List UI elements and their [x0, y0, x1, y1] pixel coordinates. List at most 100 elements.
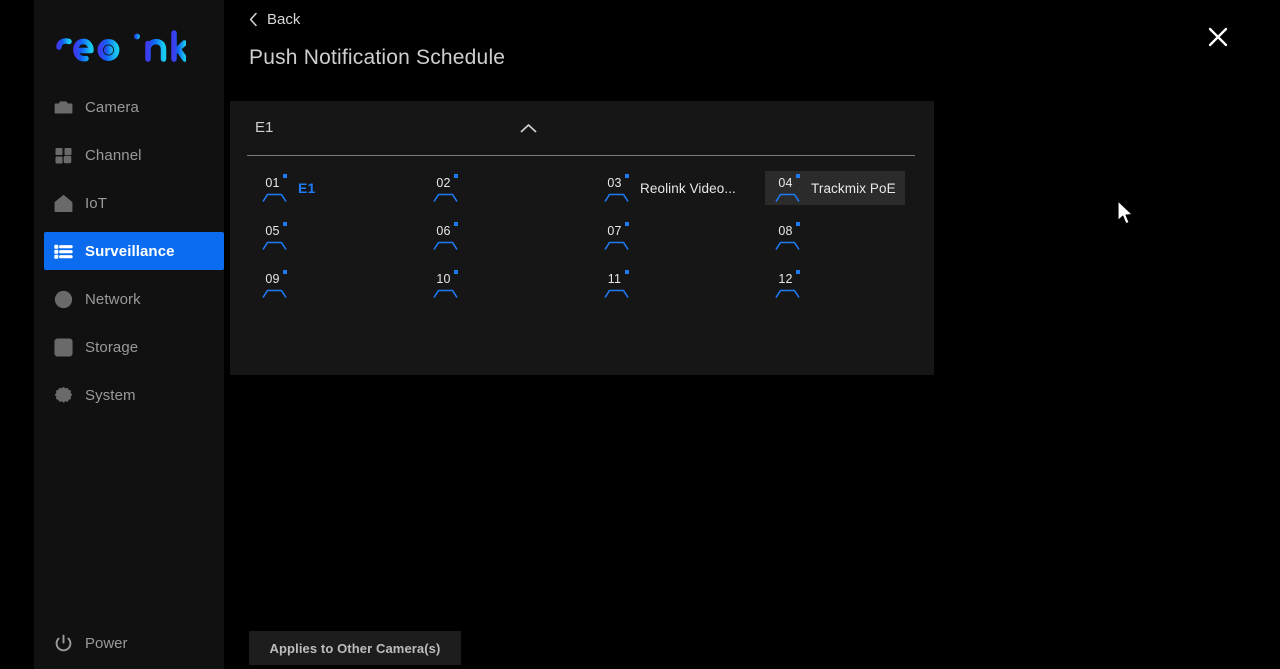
channel-row: 01 E1 02 03 Reolink Video... 04 Trackmix…: [247, 164, 915, 212]
sidebar-item-label: System: [85, 386, 136, 404]
sidebar-item-label: Storage: [85, 338, 139, 356]
sidebar-item-camera[interactable]: Camera: [34, 88, 224, 126]
sidebar-nav: Camera Channel IoT Surveillance Network …: [34, 88, 224, 424]
channel-grid: 01 E1 02 03 Reolink Video... 04 Trackmix…: [247, 164, 915, 308]
app-window: Camera Channel IoT Surveillance Network …: [0, 0, 1280, 669]
sidebar-item-label: Network: [85, 290, 141, 308]
back-button[interactable]: Back: [249, 6, 300, 32]
channel-status-dot: [283, 270, 287, 274]
back-label: Back: [267, 10, 301, 28]
camera-stand-icon: [603, 238, 630, 250]
home-icon: [54, 194, 73, 213]
channel-camera-icon: 08: [774, 222, 801, 250]
channel-camera-icon: 12: [774, 270, 801, 298]
channel-cell-11[interactable]: 11: [594, 267, 649, 301]
applies-to-other-cameras-button[interactable]: Applies to Other Camera(s): [249, 631, 461, 665]
power-label: Power: [85, 635, 128, 652]
channel-status-dot: [625, 222, 629, 226]
channel-camera-icon: 07: [603, 222, 630, 250]
channel-number: 07: [607, 224, 622, 238]
channel-status-dot: [454, 270, 458, 274]
channel-status-dot: [796, 270, 800, 274]
power-icon: [54, 634, 73, 653]
channel-number: 03: [607, 176, 622, 190]
gear-icon: [54, 386, 73, 405]
channel-camera-icon: 05: [261, 222, 288, 250]
sidebar-item-power[interactable]: Power: [54, 634, 128, 653]
sidebar-item-label: Channel: [85, 146, 142, 164]
channel-status-dot: [625, 174, 629, 178]
grid-icon: [54, 146, 73, 165]
camera-icon: [54, 98, 73, 117]
channel-camera-icon: 10: [432, 270, 459, 298]
channel-cell-09[interactable]: 09: [252, 267, 307, 301]
sidebar-item-storage[interactable]: Storage: [34, 328, 224, 366]
camera-stand-icon: [603, 286, 630, 298]
channel-label: Reolink Video...: [640, 180, 736, 196]
sidebar-item-surveillance[interactable]: Surveillance: [44, 232, 224, 270]
channel-status-dot: [625, 270, 629, 274]
channel-status-dot: [454, 174, 458, 178]
sidebar-item-system[interactable]: System: [34, 376, 224, 414]
camera-stand-icon: [432, 286, 459, 298]
page-title: Push Notification Schedule: [249, 46, 506, 69]
channel-number: 12: [778, 272, 793, 286]
channel-cell-04[interactable]: 04 Trackmix PoE: [765, 171, 905, 205]
sidebar-item-label: Surveillance: [85, 242, 175, 260]
camera-stand-icon: [261, 238, 288, 250]
channel-cell-07[interactable]: 07: [594, 219, 649, 253]
sidebar: Camera Channel IoT Surveillance Network …: [34, 0, 224, 669]
camera-stand-icon: [774, 286, 801, 298]
mouse-cursor: [1117, 200, 1137, 228]
channel-cell-05[interactable]: 05: [252, 219, 307, 253]
chevron-up-icon[interactable]: [518, 120, 538, 136]
close-icon[interactable]: [1205, 24, 1231, 50]
channel-label: E1: [298, 180, 316, 196]
reolink-logo: [53, 26, 188, 66]
channel-number: 08: [778, 224, 793, 238]
channel-number: 01: [265, 176, 280, 190]
channel-cell-01[interactable]: 01 E1: [252, 171, 324, 205]
channel-camera-icon: 01: [261, 174, 288, 202]
channel-cell-08[interactable]: 08: [765, 219, 820, 253]
camera-stand-icon: [603, 190, 630, 202]
channel-status-dot: [283, 174, 287, 178]
channel-selector-panel: E1 01 E1 02 03 Reolink Video... 04 Track…: [230, 101, 934, 375]
sidebar-item-label: IoT: [85, 194, 107, 212]
sidebar-item-network[interactable]: Network: [34, 280, 224, 318]
channel-camera-icon: 09: [261, 270, 288, 298]
camera-stand-icon: [774, 190, 801, 202]
channel-cell-06[interactable]: 06: [423, 219, 478, 253]
channel-label: Trackmix PoE: [811, 180, 896, 196]
sidebar-item-channel[interactable]: Channel: [34, 136, 224, 174]
left-gutter: [0, 0, 34, 669]
channel-camera-icon: 04: [774, 174, 801, 202]
channel-status-dot: [454, 222, 458, 226]
channel-status-dot: [796, 222, 800, 226]
camera-stand-icon: [774, 238, 801, 250]
channel-row: 09 10 11 12: [247, 260, 915, 308]
channel-camera-icon: 03: [603, 174, 630, 202]
camera-stand-icon: [261, 286, 288, 298]
hard-drive-icon: [54, 337, 73, 357]
channel-cell-02[interactable]: 02: [423, 171, 478, 205]
globe-icon: [54, 290, 73, 309]
channel-cell-10[interactable]: 10: [423, 267, 478, 301]
sidebar-item-iot[interactable]: IoT: [34, 184, 224, 222]
channel-status-dot: [796, 174, 800, 178]
channel-status-dot: [283, 222, 287, 226]
channel-number: 02: [436, 176, 451, 190]
camera-stand-icon: [261, 190, 288, 202]
channel-cell-03[interactable]: 03 Reolink Video...: [594, 171, 745, 205]
chevron-left-icon: [249, 12, 258, 27]
camera-dropdown[interactable]: E1: [230, 101, 934, 155]
channel-number: 10: [436, 272, 451, 286]
camera-stand-icon: [432, 238, 459, 250]
channel-row: 05 06 07 08: [247, 212, 915, 260]
channel-cell-12[interactable]: 12: [765, 267, 820, 301]
channel-number: 06: [436, 224, 451, 238]
channel-camera-icon: 11: [603, 270, 630, 298]
main-content: Back Push Notification Schedule E1 01 E1…: [224, 0, 1280, 669]
channel-camera-icon: 02: [432, 174, 459, 202]
camera-stand-icon: [432, 190, 459, 202]
